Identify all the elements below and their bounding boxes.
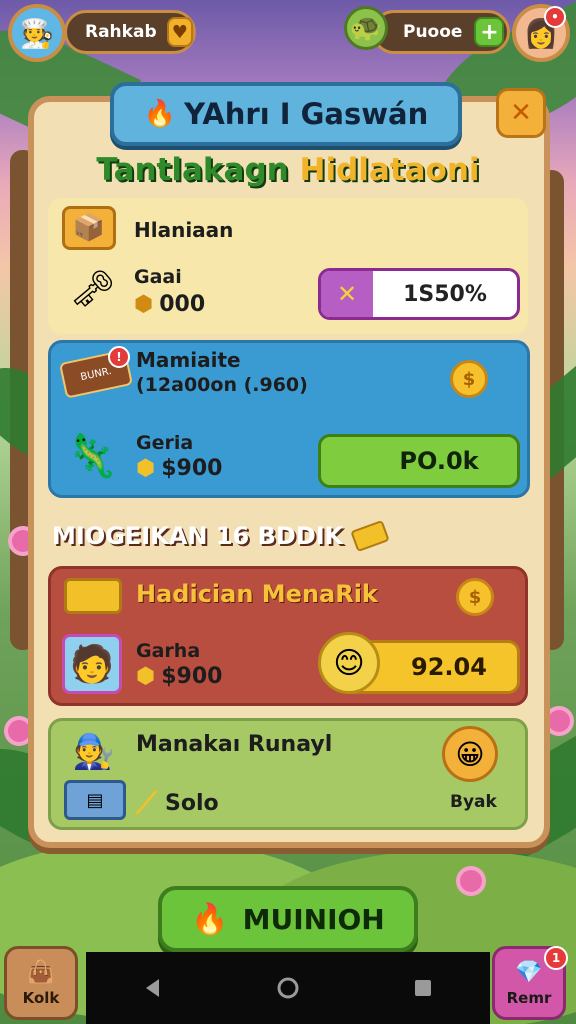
subtitle-accent: Hidlataoni (299, 152, 480, 188)
panel-title: YAhrı I Gaswán (184, 97, 429, 131)
panel-subtitle: Tantlakagn Hidlataoni (50, 152, 526, 188)
gem-icon: 💎 (515, 959, 543, 985)
gold-coin-icon: $ (450, 360, 488, 398)
subtitle-main: Tantlakagn (96, 152, 289, 188)
sun-creature-icon: 😀 (442, 726, 498, 782)
cancel-icon[interactable]: ✕ (321, 271, 373, 317)
card2-sublabel: (12a00on (.960) (136, 374, 308, 396)
back-icon[interactable] (141, 976, 165, 1000)
card2-label: Mamiaite (136, 348, 241, 372)
claim-button-2[interactable]: PO.0k (318, 434, 520, 488)
close-button[interactable]: ✕ (496, 88, 546, 138)
player-avatar[interactable]: 🧑‍🍳 (8, 4, 66, 62)
card1-value: ⬢ 000 (134, 292, 206, 317)
fire-seed-icon: 🔥 (191, 901, 229, 937)
card2-value: ⬢ $900 (136, 456, 223, 481)
right-corner-badge: 1 (544, 946, 568, 970)
gold-key-icon: ⟋ (136, 786, 157, 821)
notification-badge: • (544, 6, 566, 28)
flame-icon: 🔥 (143, 99, 177, 129)
treasure-chest-icon: 📦 (62, 206, 116, 250)
card1-sub: Gaai (134, 266, 182, 288)
gold-bar-icon (350, 519, 391, 553)
progress-text-1: 1S50% (403, 281, 487, 307)
card4-title: Manakaı Runayl (136, 732, 333, 757)
player-name-chip[interactable]: Rahkab ♥ (64, 10, 196, 54)
card4-bar-text[interactable]: Byak (450, 792, 497, 812)
green-dragon-icon: 🦎 (65, 431, 119, 480)
hero-portrait-icon: 🧑 (62, 634, 122, 694)
left-corner-label: Kolk (22, 988, 60, 1007)
progress-bar-1[interactable]: ✕ 1S50% (318, 268, 520, 320)
gold-bars-icon (64, 578, 122, 614)
claim-label-2: PO.0k (399, 447, 479, 475)
home-icon[interactable] (276, 976, 300, 1000)
coin-icon: ⬢ (136, 664, 156, 689)
radio-chest-icon: ▤ (64, 780, 126, 820)
card3-title: Hadician MenaRik (136, 580, 378, 608)
card3-value: ⬢ $900 (136, 664, 223, 689)
currency-label: Puooe (403, 22, 463, 42)
progress-text-3: 92.04 (411, 653, 487, 681)
card2-sub: Geria (136, 432, 194, 454)
yellow-blob-icon: 😊 (318, 632, 380, 694)
left-corner-button[interactable]: 👜 Kolk (4, 946, 78, 1020)
add-button[interactable]: + (474, 17, 505, 47)
turtle-icon: 🐢 (344, 6, 388, 50)
system-nav-bar (86, 952, 490, 1024)
coin-icon: ⬢ (136, 456, 156, 481)
bag-icon: 👜 (27, 959, 55, 985)
adventurer-icon: 🧑‍🔧 (72, 732, 116, 772)
right-corner-label: Remr (506, 988, 552, 1007)
recents-icon[interactable] (411, 976, 435, 1000)
section-heading: MIOGEIKAN 16 BDDIK (52, 519, 391, 553)
main-action-button[interactable]: 🔥 MUINIOH (158, 886, 418, 952)
heart-arrow-icon[interactable]: ♥ (166, 17, 193, 47)
tag-badge: ! (108, 346, 130, 368)
gold-coin-icon: $ (456, 578, 494, 616)
card4-value: ⟋ Solo (136, 786, 219, 821)
currency-chip[interactable]: Puooe + (372, 10, 510, 54)
title-ribbon: 🔥 YAhrı I Gaswán (110, 82, 462, 146)
card1-label: Hlaniaan (134, 218, 234, 242)
player-name: Rahkab (85, 22, 157, 42)
main-action-label: MUINIOH (242, 902, 385, 936)
card3-sub: Garha (136, 640, 201, 662)
gold-key-icon: 🗝 (70, 269, 116, 310)
coin-icon: ⬢ (134, 292, 154, 317)
